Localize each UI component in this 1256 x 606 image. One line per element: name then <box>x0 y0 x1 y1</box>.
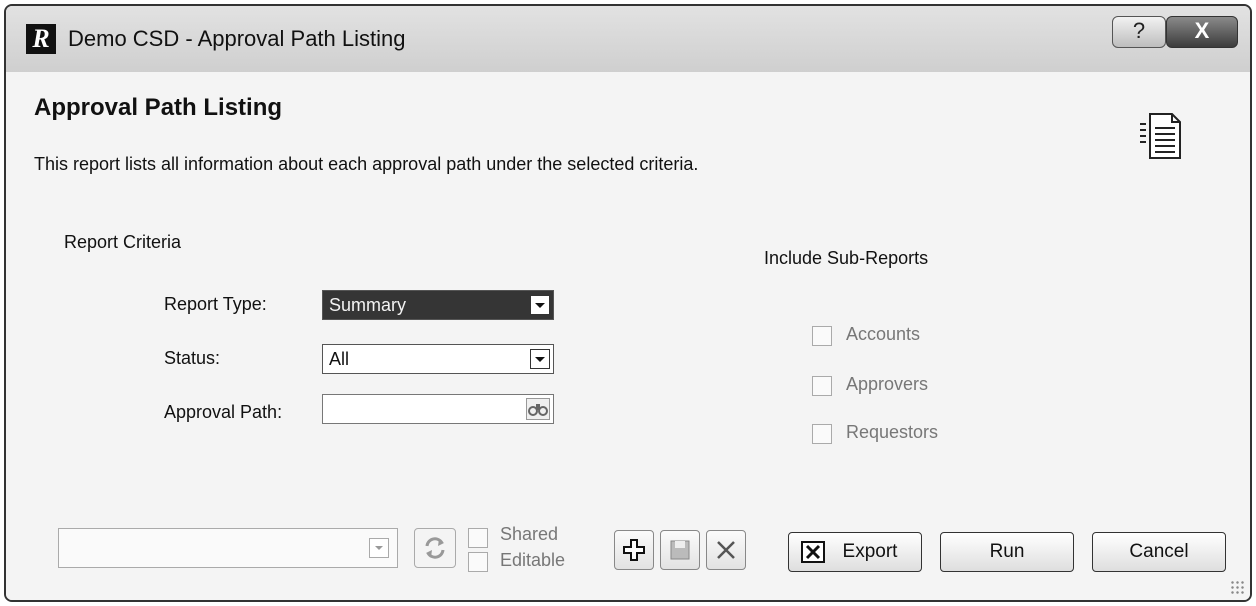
refresh-button[interactable] <box>414 528 456 568</box>
saved-criteria-select[interactable] <box>58 528 398 568</box>
accounts-checkbox[interactable] <box>812 326 832 346</box>
refresh-icon <box>425 537 445 559</box>
report-type-label: Report Type: <box>164 294 267 314</box>
editable-label: Editable <box>500 550 566 570</box>
shared-checkbox[interactable] <box>468 528 488 548</box>
export-label: Export <box>842 541 898 562</box>
title-bar[interactable]: R Demo CSD - Approval Path Listing ? X <box>6 6 1250 73</box>
app-logo-icon: R <box>26 24 56 54</box>
add-criteria-button[interactable] <box>614 530 654 570</box>
status-select[interactable]: All <box>322 344 554 374</box>
help-button[interactable]: ? <box>1112 16 1166 48</box>
approvers-checkbox-label: Approvers <box>846 374 929 394</box>
chevron-down-icon[interactable] <box>530 349 550 369</box>
dialog-window: R Demo CSD - Approval Path Listing ? X A… <box>4 4 1252 602</box>
chevron-down-icon[interactable] <box>530 295 550 315</box>
delete-criteria-button[interactable] <box>706 530 746 570</box>
page-title: Approval Path Listing <box>34 94 283 121</box>
cancel-button[interactable]: Cancel <box>1092 532 1226 572</box>
binoculars-search-icon[interactable] <box>526 398 550 420</box>
approval-path-label: Approval Path: <box>164 402 283 422</box>
status-label: Status: <box>164 348 221 368</box>
requestors-checkbox-label: Requestors <box>846 422 939 442</box>
approvers-checkbox[interactable] <box>812 376 832 396</box>
dialog-content: Approval Path Listing This report lists … <box>6 72 1250 600</box>
run-label: Run <box>989 541 1025 562</box>
window-title: Demo CSD - Approval Path Listing <box>68 26 406 51</box>
shared-label: Shared <box>500 524 559 544</box>
include-subreports-title: Include Sub-Reports <box>764 248 929 268</box>
editable-checkbox[interactable] <box>468 552 488 572</box>
report-type-select[interactable]: Summary <box>322 290 554 320</box>
accounts-checkbox-label: Accounts <box>846 324 921 344</box>
report-criteria-label: Report Criteria <box>64 232 182 252</box>
requestors-checkbox[interactable] <box>812 424 832 444</box>
plus-icon <box>623 539 645 561</box>
report-description: This report lists all information about … <box>34 154 699 174</box>
resize-grip-icon[interactable] <box>1230 580 1244 594</box>
report-type-value: Summary <box>329 295 407 315</box>
status-value: All <box>329 349 350 369</box>
report-document-icon <box>1140 113 1181 159</box>
cancel-label: Cancel <box>1129 541 1189 562</box>
close-button[interactable]: X <box>1166 16 1238 48</box>
run-button[interactable]: Run <box>940 532 1074 572</box>
save-disk-icon <box>670 540 690 560</box>
approval-path-input[interactable] <box>322 394 554 424</box>
excel-export-icon <box>801 541 825 563</box>
chevron-down-icon[interactable] <box>369 538 389 558</box>
delete-x-icon <box>717 541 735 559</box>
export-button[interactable]: Export <box>788 532 922 572</box>
save-criteria-button[interactable] <box>660 530 700 570</box>
